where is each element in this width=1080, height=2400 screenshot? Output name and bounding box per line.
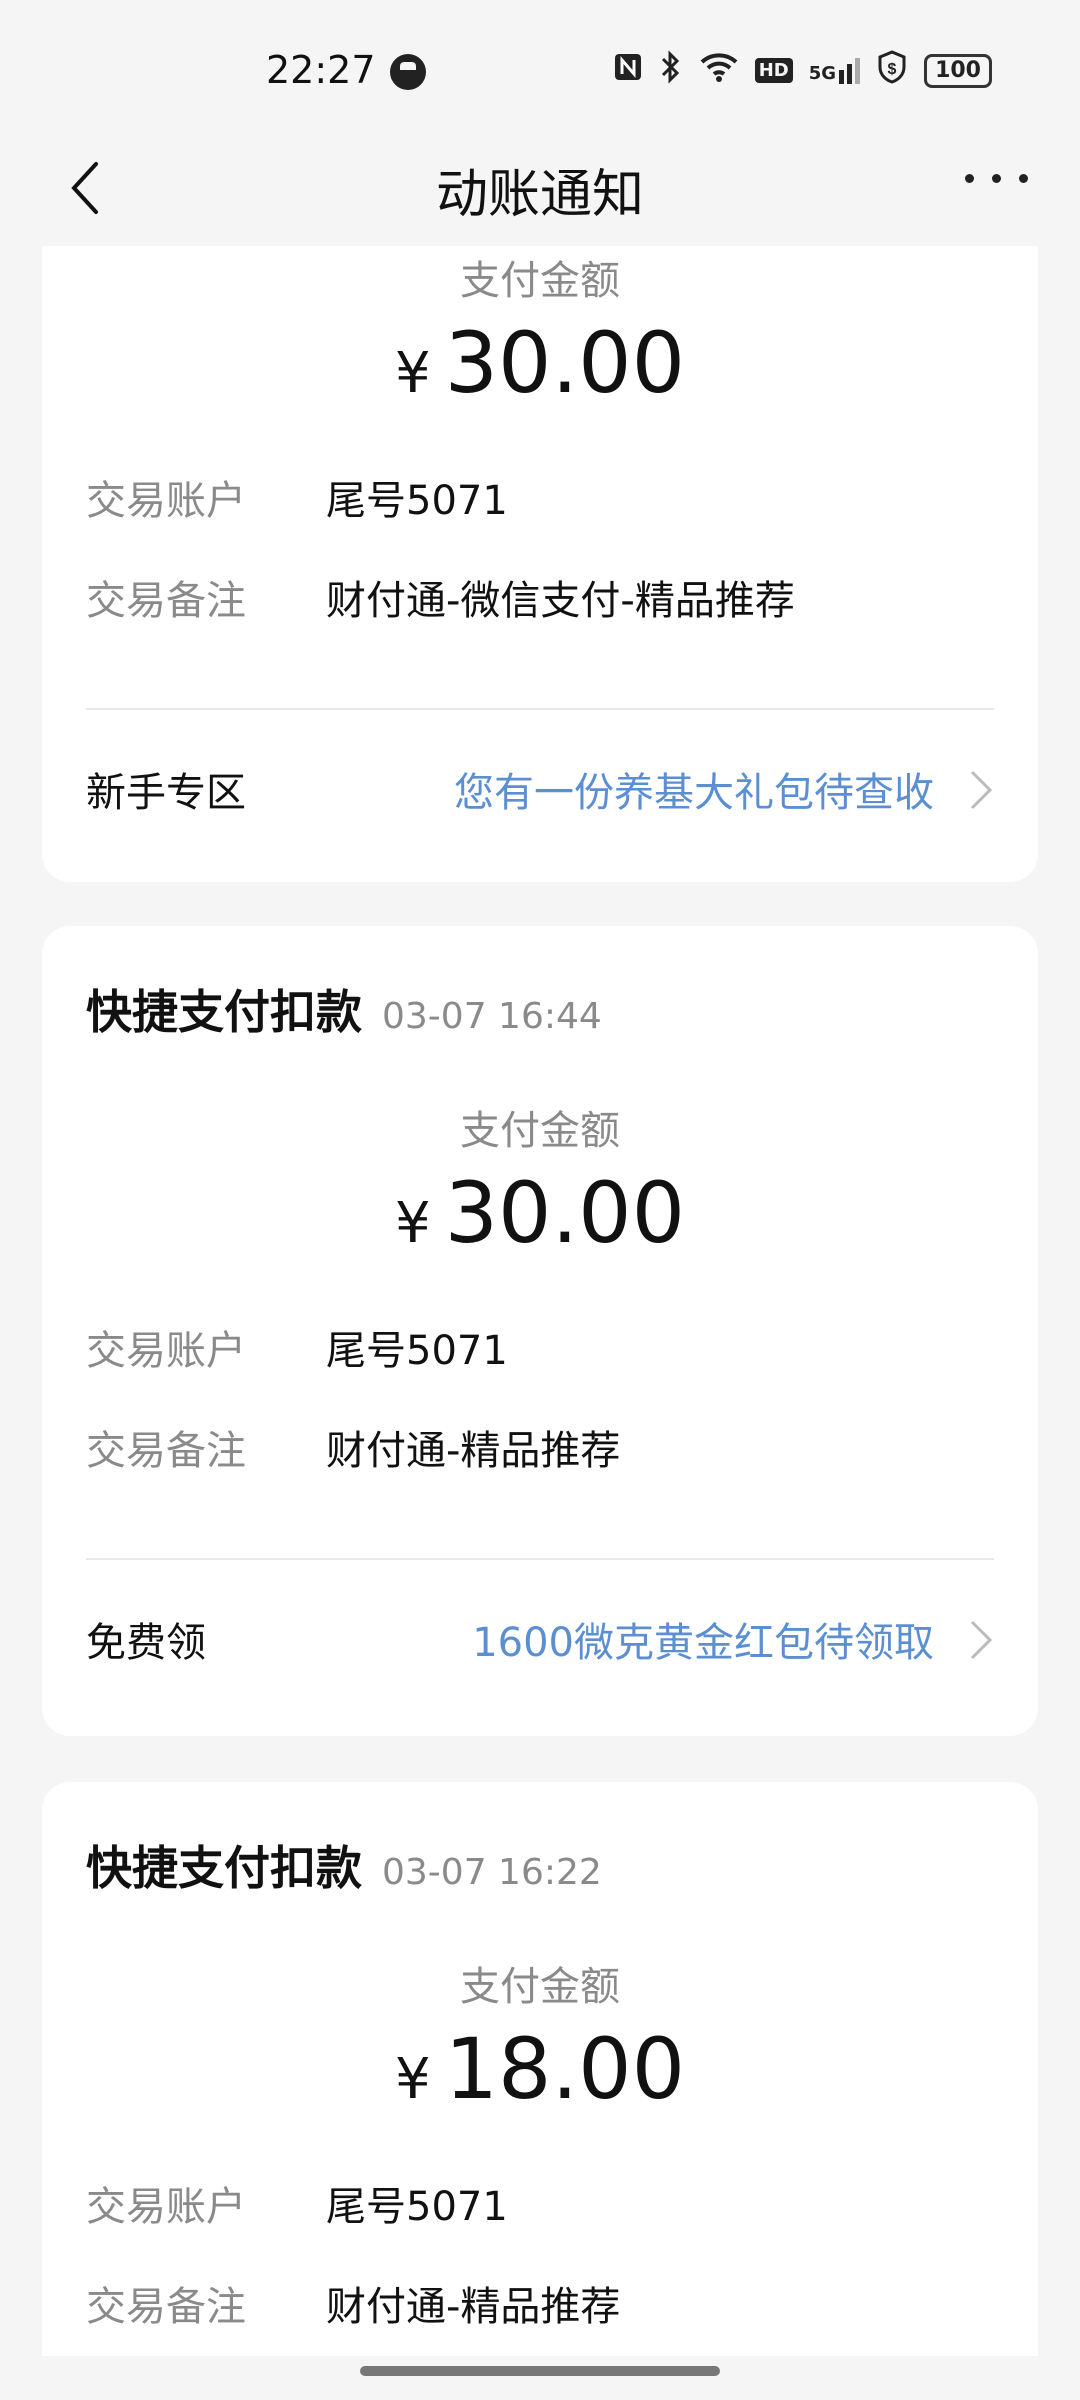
note-value: 财付通-微信支付-精品推荐 [326, 578, 795, 624]
account-row: 交易账户 尾号5071 [86, 1318, 508, 1376]
chevron-right-icon [970, 770, 993, 810]
app-notification-icon [390, 54, 426, 90]
transaction-card: 快捷支付扣款 03-07 16:22 支付金额 ¥18.00 交易账户 尾号507… [42, 1782, 1038, 2356]
account-label: 交易账户 [86, 478, 246, 524]
account-value: 尾号5071 [326, 478, 508, 524]
signal-label: 5G [808, 62, 837, 84]
card-header: 快捷支付扣款 03-07 16:44 [86, 976, 602, 1042]
note-row: 交易备注 财付通-微信支付-精品推荐 [86, 568, 795, 626]
status-time: 22:27 [266, 48, 376, 92]
note-label: 交易备注 [86, 2284, 246, 2330]
promo-label: 免费领 [86, 1620, 206, 1666]
note-value: 财付通-精品推荐 [326, 2284, 621, 2330]
promo-link[interactable]: 1600微克黄金红包待领取 [472, 1610, 934, 1668]
transaction-card: 支付金额 ¥30.00 交易账户 尾号5071 交易备注 财付通-微信支付-精品推荐… [42, 246, 1038, 882]
currency-symbol: ¥ [394, 2047, 431, 2112]
transaction-type: 快捷支付扣款 [86, 1841, 362, 1895]
nav-bar: 动账通知 [0, 130, 1080, 246]
currency-symbol: ¥ [394, 1191, 431, 1256]
transaction-type: 快捷支付扣款 [86, 985, 362, 1039]
amount-number: 18.00 [444, 2020, 686, 2118]
chevron-right-icon [970, 1620, 993, 1660]
account-row: 交易账户 尾号5071 [86, 2174, 508, 2232]
battery-icon: 100 [924, 53, 992, 88]
shield-dollar-icon: $ [876, 50, 908, 91]
amount-value: ¥30.00 [42, 1164, 1038, 1262]
page-title: 动账通知 [435, 165, 644, 225]
promo-link[interactable]: 您有一份养基大礼包待查收 [454, 760, 934, 818]
transaction-card: 快捷支付扣款 03-07 16:44 支付金额 ¥30.00 交易账户 尾号507… [42, 926, 1038, 1736]
transaction-time: 03-07 16:44 [382, 996, 602, 1037]
account-row: 交易账户 尾号5071 [86, 468, 508, 526]
notification-list[interactable]: 支付金额 ¥30.00 交易账户 尾号5071 交易备注 财付通-微信支付-精品推荐… [0, 246, 1080, 2356]
note-value: 财付通-精品推荐 [326, 1428, 621, 1474]
amount-value: ¥30.00 [42, 314, 1038, 412]
amount-label: 支付金额 [460, 1964, 620, 2010]
account-value: 尾号5071 [326, 2184, 508, 2230]
more-options-icon[interactable] [965, 174, 1028, 183]
5g-signal-icon: 5G [808, 57, 861, 84]
note-label: 交易备注 [86, 578, 246, 624]
amount-number: 30.00 [444, 314, 686, 412]
note-row: 交易备注 财付通-精品推荐 [86, 2274, 620, 2332]
promo-row[interactable]: 免费领 1600微克黄金红包待领取 [86, 1610, 994, 1670]
account-label: 交易账户 [86, 2184, 246, 2230]
amount-label: 支付金额 [460, 1108, 620, 1154]
promo-label: 新手专区 [86, 770, 246, 816]
note-label: 交易备注 [86, 1428, 246, 1474]
note-row: 交易备注 财付通-精品推荐 [86, 1418, 620, 1476]
status-bar: 22:27 HD 5G $ 100 [0, 0, 1080, 130]
card-header: 快捷支付扣款 03-07 16:22 [86, 1832, 602, 1898]
home-indicator[interactable] [360, 2366, 720, 2376]
currency-symbol: ¥ [394, 341, 431, 406]
nfc-icon [613, 52, 643, 89]
status-icons: HD 5G $ 100 [613, 50, 992, 91]
svg-text:$: $ [888, 61, 897, 78]
account-label: 交易账户 [86, 1328, 246, 1374]
amount-value: ¥18.00 [42, 2020, 1038, 2118]
amount-label: 支付金额 [460, 258, 620, 304]
promo-row[interactable]: 新手专区 您有一份养基大礼包待查收 [86, 760, 994, 820]
hd-icon: HD [754, 58, 793, 83]
transaction-time: 03-07 16:22 [382, 1852, 602, 1893]
divider [86, 708, 994, 710]
divider [86, 1558, 994, 1560]
account-value: 尾号5071 [326, 1328, 508, 1374]
bluetooth-icon [659, 50, 683, 91]
amount-number: 30.00 [444, 1164, 686, 1262]
wifi-icon [699, 51, 739, 90]
